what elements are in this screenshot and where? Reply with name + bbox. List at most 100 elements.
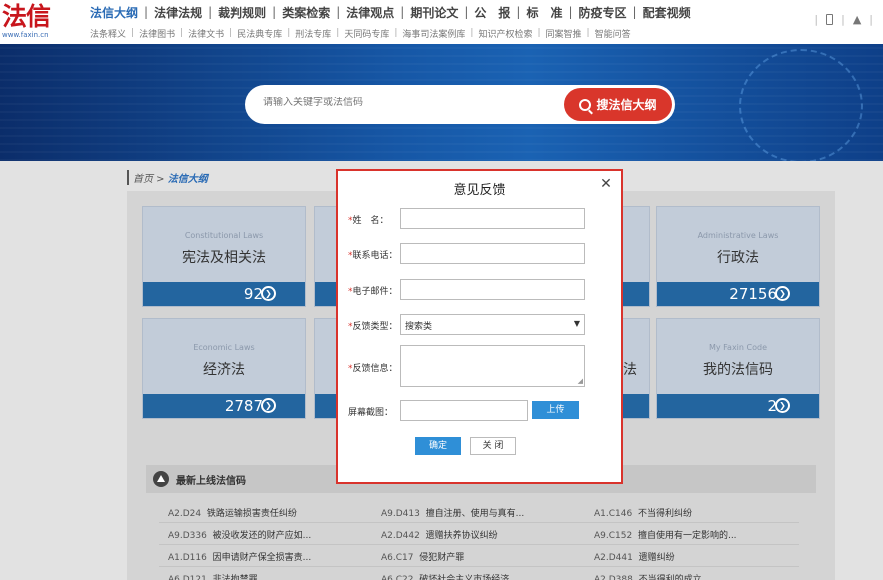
faxin-code-title: 侵犯财产罪 xyxy=(419,553,465,563)
nav-separator: | xyxy=(400,5,405,19)
list-item[interactable]: A9.D413 擅自注册、使用与真有... xyxy=(381,506,524,519)
sub-nav-item[interactable]: 智能问答 xyxy=(595,27,631,40)
feedback-dialog-body: 意见反馈 ✕ *姓 名： *联系电话： *电子邮件： *反馈类型： 搜索类 ▼ … xyxy=(344,175,615,477)
sub-nav-item[interactable]: 天同码专库 xyxy=(344,27,389,40)
main-nav-item[interactable]: 标 准 xyxy=(526,4,562,21)
faxin-code: A6.D121 xyxy=(168,575,207,580)
list-item[interactable]: A2.D441 遗赠纠纷 xyxy=(594,550,675,563)
logo-text: 法信 xyxy=(2,2,51,31)
faxin-code-title: 破坏社会主义市场经济... xyxy=(419,575,518,580)
site-logo[interactable]: 法信 www.faxin.cn xyxy=(2,3,62,43)
faxin-code: A6.C17 xyxy=(381,553,414,563)
list-item[interactable]: A9.C152 擅自使用有一定影响的... xyxy=(594,528,737,541)
main-nav-item[interactable]: 法信大纲 xyxy=(90,4,138,21)
main-nav-item[interactable]: 公 报 xyxy=(474,4,510,21)
latest-codes-title: 最新上线法信码 xyxy=(176,476,246,487)
card-english-title: My Faxin Code xyxy=(709,343,767,352)
list-item[interactable]: A6.D121 非法拘禁罪 xyxy=(168,572,258,580)
list-item[interactable]: A1.D116 因申请财产保全损害责... xyxy=(168,550,311,563)
faxin-code-title: 因申请财产保全损害责... xyxy=(212,553,312,563)
screenshot-field[interactable] xyxy=(400,400,528,421)
nav-separator: | xyxy=(180,28,184,38)
breadcrumb-separator: > xyxy=(153,174,168,185)
feedback-type-label: *反馈类型： xyxy=(348,322,398,332)
main-nav-item[interactable]: 期刊论文 xyxy=(410,4,458,21)
phone-field[interactable] xyxy=(400,243,585,264)
main-nav-item[interactable]: 法律观点 xyxy=(346,4,394,21)
nav-separator: | xyxy=(144,5,149,19)
search-button[interactable]: 搜法信大纲 xyxy=(564,88,672,121)
main-nav-item[interactable]: 法律法规 xyxy=(154,4,202,21)
breadcrumb: 首页 > 法信大纲 xyxy=(127,170,208,185)
feedback-type-select[interactable]: 搜索类 ▼ xyxy=(400,314,585,335)
sub-nav-item[interactable]: 法律文书 xyxy=(188,27,224,40)
faxin-code-title: 遗赠纠纷 xyxy=(638,553,675,563)
table-row: A2.D24 铁路运输损害责任纠纷 A9.D413 擅自注册、使用与真有... A1… xyxy=(146,501,816,523)
list-item[interactable]: A6.C22 破坏社会主义市场经济... xyxy=(381,572,518,580)
main-nav-item[interactable]: 配套视频 xyxy=(643,4,691,21)
upload-button[interactable]: 上传 xyxy=(532,401,579,419)
list-item[interactable]: A1.C146 不当得利纠纷 xyxy=(594,506,692,519)
name-field[interactable] xyxy=(400,208,585,229)
sub-nav-item[interactable]: 刑法专库 xyxy=(295,27,331,40)
category-card[interactable]: My Faxin Code 我的法信码 2 ❯ xyxy=(656,318,820,419)
sub-nav-item[interactable]: 海事司法案例库 xyxy=(402,27,465,40)
faxin-code-title: 不当得利纠纷 xyxy=(637,509,692,519)
confirm-button[interactable]: 确定 xyxy=(415,437,461,455)
nav-separator: | xyxy=(208,5,213,19)
search-input[interactable] xyxy=(263,97,553,108)
list-item[interactable]: A6.C17 侵犯财产罪 xyxy=(381,550,464,563)
nav-separator: | xyxy=(229,28,233,38)
card-english-title: Economic Laws xyxy=(193,343,255,352)
mobile-icon[interactable] xyxy=(826,14,834,25)
sub-nav-item[interactable]: 法律图书 xyxy=(139,27,175,40)
category-card[interactable]: Constitutional Laws 宪法及相关法 92 ❯ xyxy=(142,206,306,307)
divider: | xyxy=(814,13,819,26)
feedback-dialog: 意见反馈 ✕ *姓 名： *联系电话： *电子邮件： *反馈类型： 搜索类 ▼ … xyxy=(336,169,623,484)
sub-nav-item[interactable]: 知识产权检索 xyxy=(478,27,532,40)
screenshot-label: 屏幕截图： xyxy=(348,408,394,418)
list-item[interactable]: A2.D388 不当得利的成立 xyxy=(594,572,702,580)
faxin-code-title: 铁路运输损害责任纠纷 xyxy=(206,509,297,519)
faxin-code: A9.D413 xyxy=(381,509,420,519)
list-item[interactable]: A2.D442 遗赠扶养协议纠纷 xyxy=(381,528,498,541)
warning-icon[interactable]: ▲ xyxy=(853,13,861,26)
card-title: 我的法信码 xyxy=(703,362,773,378)
main-nav-item[interactable]: 类案检索 xyxy=(282,4,330,21)
main-nav-item[interactable]: 裁判规则 xyxy=(218,4,266,21)
sub-nav-item[interactable]: 同案智推 xyxy=(546,27,582,40)
chevron-down-icon: ▼ xyxy=(573,319,580,328)
close-icon[interactable]: ✕ xyxy=(599,177,613,191)
phone-label: *联系电话： xyxy=(348,251,398,261)
main-nav-item[interactable]: 防疫专区 xyxy=(579,4,627,21)
divider: | xyxy=(869,13,873,26)
faxin-code-title: 遗赠扶养协议纠纷 xyxy=(425,531,498,541)
resize-grip-icon[interactable]: ◢ xyxy=(578,378,583,385)
close-button[interactable]: 关 闭 xyxy=(470,437,516,455)
faxin-code: A2.D442 xyxy=(381,531,420,541)
email-field[interactable] xyxy=(400,279,585,300)
sub-nav-item[interactable]: 民法典专库 xyxy=(237,27,282,40)
card-english-title: Administrative Laws xyxy=(697,231,779,240)
feedback-message-textarea[interactable]: ◢ xyxy=(400,345,585,387)
nav-separator: | xyxy=(586,28,590,38)
card-footer: 92 ❯ xyxy=(143,282,305,306)
list-item[interactable]: A9.D336 被没收发还的财产应如... xyxy=(168,528,311,541)
sub-nav-item[interactable]: 法条释义 xyxy=(90,27,126,40)
search-icon xyxy=(579,98,592,111)
chevron-right-icon[interactable]: ❯ xyxy=(775,286,790,301)
chevron-right-icon[interactable]: ❯ xyxy=(775,398,790,413)
feedback-type-value: 搜索类 xyxy=(405,322,433,332)
faxin-code: A6.C22 xyxy=(381,575,414,580)
breadcrumb-home[interactable]: 首页 xyxy=(133,174,153,185)
list-item[interactable]: A2.D24 铁路运输损害责任纠纷 xyxy=(168,506,297,519)
category-card[interactable]: Economic Laws 经济法 2787 ❯ xyxy=(142,318,306,419)
chevron-right-icon[interactable]: ❯ xyxy=(261,286,276,301)
table-row: A1.D116 因申请财产保全损害责... A6.C17 侵犯财产罪 A2.D441… xyxy=(146,545,816,567)
faxin-code-title: 不当得利的成立 xyxy=(638,575,702,580)
faxin-code-title: 擅自注册、使用与真有... xyxy=(425,509,525,519)
category-card[interactable]: Administrative Laws 行政法 27156 ❯ xyxy=(656,206,820,307)
faxin-code: A9.C152 xyxy=(594,531,633,541)
chevron-right-icon[interactable]: ❯ xyxy=(261,398,276,413)
card-count: 2 xyxy=(767,397,777,415)
